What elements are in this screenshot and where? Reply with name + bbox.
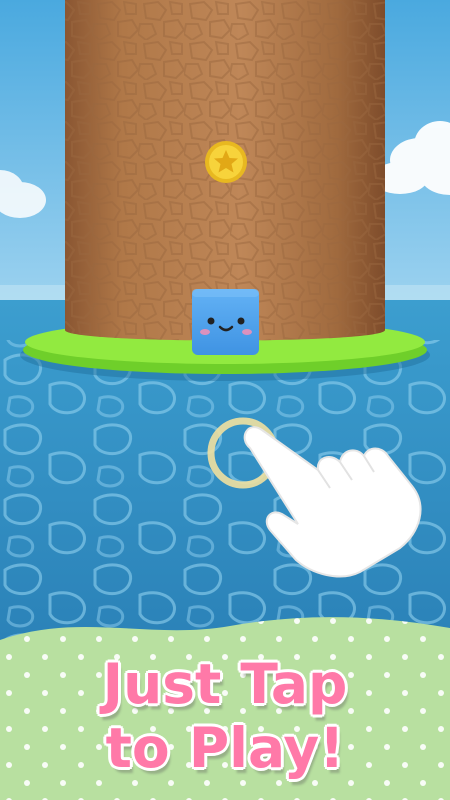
cube-eye-left bbox=[207, 317, 215, 325]
cube-blush-left bbox=[200, 329, 210, 335]
tagline-line-1: Just Tap bbox=[102, 652, 349, 716]
player-cube[interactable] bbox=[192, 289, 259, 355]
cube-eye-right bbox=[237, 317, 245, 325]
tagline-line-2: to Play! bbox=[105, 716, 346, 780]
game-screen[interactable]: Just Tap to Play! bbox=[0, 0, 450, 800]
cube-blush-right bbox=[242, 329, 252, 335]
star-coin[interactable] bbox=[205, 141, 247, 183]
